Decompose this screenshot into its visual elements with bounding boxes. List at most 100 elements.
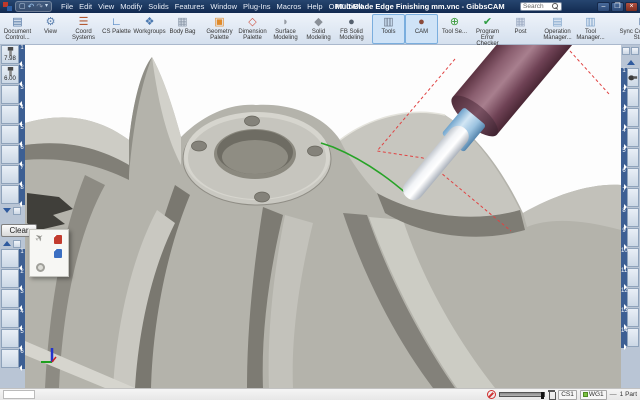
toolbar-button-icon: ✔ — [483, 16, 492, 28]
operation-slot[interactable]: 13 — [621, 308, 640, 328]
operation-slot[interactable]: 12 — [621, 288, 640, 308]
toolbar-button-icon: ☰ — [79, 16, 89, 28]
dial-icon[interactable] — [36, 263, 45, 272]
cs-indicator[interactable]: CS1 — [558, 390, 577, 400]
scroll-up-icon[interactable] — [627, 60, 635, 65]
marker-slot[interactable]: 5 — [0, 329, 25, 349]
tool-slot[interactable]: 7 — [0, 165, 25, 185]
toolbar-button[interactable]: ▥Tools — [372, 14, 405, 44]
marker-slot[interactable]: 3 — [0, 289, 25, 309]
toolbar-button[interactable]: ▦Post — [504, 14, 537, 44]
maximize-button[interactable]: ❐ — [611, 2, 624, 12]
minimize-button[interactable]: – — [597, 2, 610, 12]
toolbar-button-label: View — [44, 29, 57, 35]
trash-icon[interactable] — [548, 390, 555, 399]
operation-slot[interactable]: 5 — [621, 148, 640, 168]
toolbar-button[interactable]: ☰Coord Systems — [67, 14, 100, 44]
toolbar-button[interactable]: ⊕Tool Se... — [438, 14, 471, 44]
stop-icon[interactable] — [487, 390, 496, 399]
toolbar-button[interactable]: ▥Tool Manager... — [574, 14, 607, 44]
blue-workbook-icon[interactable] — [54, 249, 62, 258]
tool-slot[interactable]: 5 — [0, 125, 25, 145]
scroll-up-icon[interactable] — [3, 241, 11, 246]
operation-slot-number: 11 — [621, 268, 627, 288]
red-workbook-icon[interactable] — [54, 235, 62, 244]
toolbar-button[interactable]: ▣Geometry Palette — [203, 14, 236, 44]
toolbar-button[interactable]: ◗Surface Modeling — [269, 14, 302, 44]
operation-slot[interactable]: 1 — [621, 68, 640, 88]
new-document-icon[interactable]: ▢ — [19, 2, 26, 11]
toolbar-button[interactable]: ▦Body Bag — [166, 14, 199, 44]
window-title: MultiBlade Edge Finishing mm.vnc - Gibbs… — [330, 2, 510, 11]
menu-item[interactable]: Features — [172, 2, 208, 11]
toolbar-button[interactable]: ◆Solid Modeling — [302, 14, 335, 44]
toolbar-button-icon: ▦ — [177, 16, 187, 28]
toolbar-button[interactable]: ❖Workgroups — [133, 14, 166, 44]
toolbar-button-icon: ▦ — [515, 16, 525, 28]
toolbar-button-icon: ▤ — [12, 16, 22, 28]
undo-icon[interactable]: ↶ — [28, 2, 35, 11]
marker-slot[interactable]: 1 — [0, 249, 25, 269]
marker-slot[interactable]: 2 — [0, 269, 25, 289]
op-list-expand-button[interactable] — [13, 240, 21, 248]
operation-slot[interactable]: 3 — [621, 108, 640, 128]
app-icon[interactable] — [3, 2, 12, 11]
tool-slot[interactable]: 4 — [0, 105, 25, 125]
toolbar-button[interactable]: ●CAM — [405, 14, 438, 44]
operation-slot[interactable]: 10 — [621, 248, 640, 268]
operation-slot[interactable]: 11 — [621, 268, 640, 288]
title-bar: ▢ ↶ ↷ ▾ FileEditViewModifySolidsFeatures… — [0, 0, 640, 13]
toolbar-button[interactable]: ⚙View — [34, 14, 67, 44]
toolbar-button[interactable]: ⊞Sync Control Part Station — [611, 14, 640, 44]
slider-thumb[interactable] — [541, 392, 544, 399]
toolbar-button[interactable]: ◇Dimension Palette — [236, 14, 269, 44]
menu-item[interactable]: Plug-Ins — [240, 2, 274, 11]
search-input[interactable]: Search — [520, 2, 562, 11]
marker-slot[interactable]: 6 — [0, 349, 25, 369]
tool-slot[interactable]: 8 — [0, 185, 25, 205]
toolbar-button[interactable]: ●FB Solid Modeling — [335, 14, 368, 44]
operation-slot-number: 1 — [621, 68, 627, 88]
close-button[interactable]: × — [625, 2, 638, 12]
toolbar-button[interactable]: ▤Operation Manager... — [541, 14, 574, 44]
tool-slot[interactable]: 3 — [0, 85, 25, 105]
toolbar-button-label: Tools — [381, 29, 395, 35]
tool-slot[interactable]: 6 — [0, 145, 25, 165]
marker-slot[interactable]: 4 — [0, 309, 25, 329]
flythrough-icon[interactable]: ✈ — [34, 233, 47, 246]
op-panel-button-1[interactable] — [622, 47, 630, 55]
toolbar-button[interactable]: ∟CS Palette — [100, 14, 133, 44]
scroll-down-icon[interactable] — [3, 208, 11, 213]
operation-slot[interactable]: 4 — [621, 128, 640, 148]
operation-slot[interactable]: 8 — [621, 208, 640, 228]
menu-item[interactable]: Edit — [76, 2, 95, 11]
operation-slot[interactable]: 14 — [621, 328, 640, 348]
menu-item[interactable]: Window — [207, 2, 240, 11]
qat-more-icon[interactable]: ▾ — [45, 2, 48, 11]
viewport[interactable]: ✈ — [25, 45, 621, 388]
tool-slot-number: 4 — [19, 105, 25, 125]
operation-slot[interactable]: 6 — [621, 168, 640, 188]
menu-item[interactable]: Help — [304, 2, 325, 11]
simulation-slider[interactable] — [499, 392, 545, 397]
tool-slot[interactable]: 6.00 2 — [0, 65, 25, 85]
op-panel-button-2[interactable] — [631, 47, 639, 55]
operation-slot[interactable]: 9 — [621, 228, 640, 248]
tool-slot-number: 3 — [19, 85, 25, 105]
menu-item[interactable]: Macros — [274, 2, 305, 11]
tool-slot[interactable]: 7.98 1 — [0, 45, 25, 65]
toolbar-button[interactable]: ▤Document Control... — [1, 14, 34, 44]
menu-item[interactable]: Modify — [117, 2, 145, 11]
tool-list-expand-button[interactable] — [13, 207, 21, 215]
operation-slot-number: 12 — [621, 288, 627, 308]
wg-indicator[interactable]: WG1 — [580, 390, 607, 400]
operation-slot-number: 13 — [621, 308, 627, 328]
status-bar: CS1 WG1 — 1 Part — [0, 388, 640, 400]
operation-slot[interactable]: 7 — [621, 188, 640, 208]
menu-item[interactable]: File — [58, 2, 76, 11]
operation-slot[interactable]: 2 — [621, 88, 640, 108]
menu-item[interactable]: View — [95, 2, 117, 11]
toolbar-button[interactable]: ✔Program Error Checker — [471, 14, 504, 44]
redo-icon[interactable]: ↷ — [36, 2, 43, 11]
menu-item[interactable]: Solids — [145, 2, 171, 11]
